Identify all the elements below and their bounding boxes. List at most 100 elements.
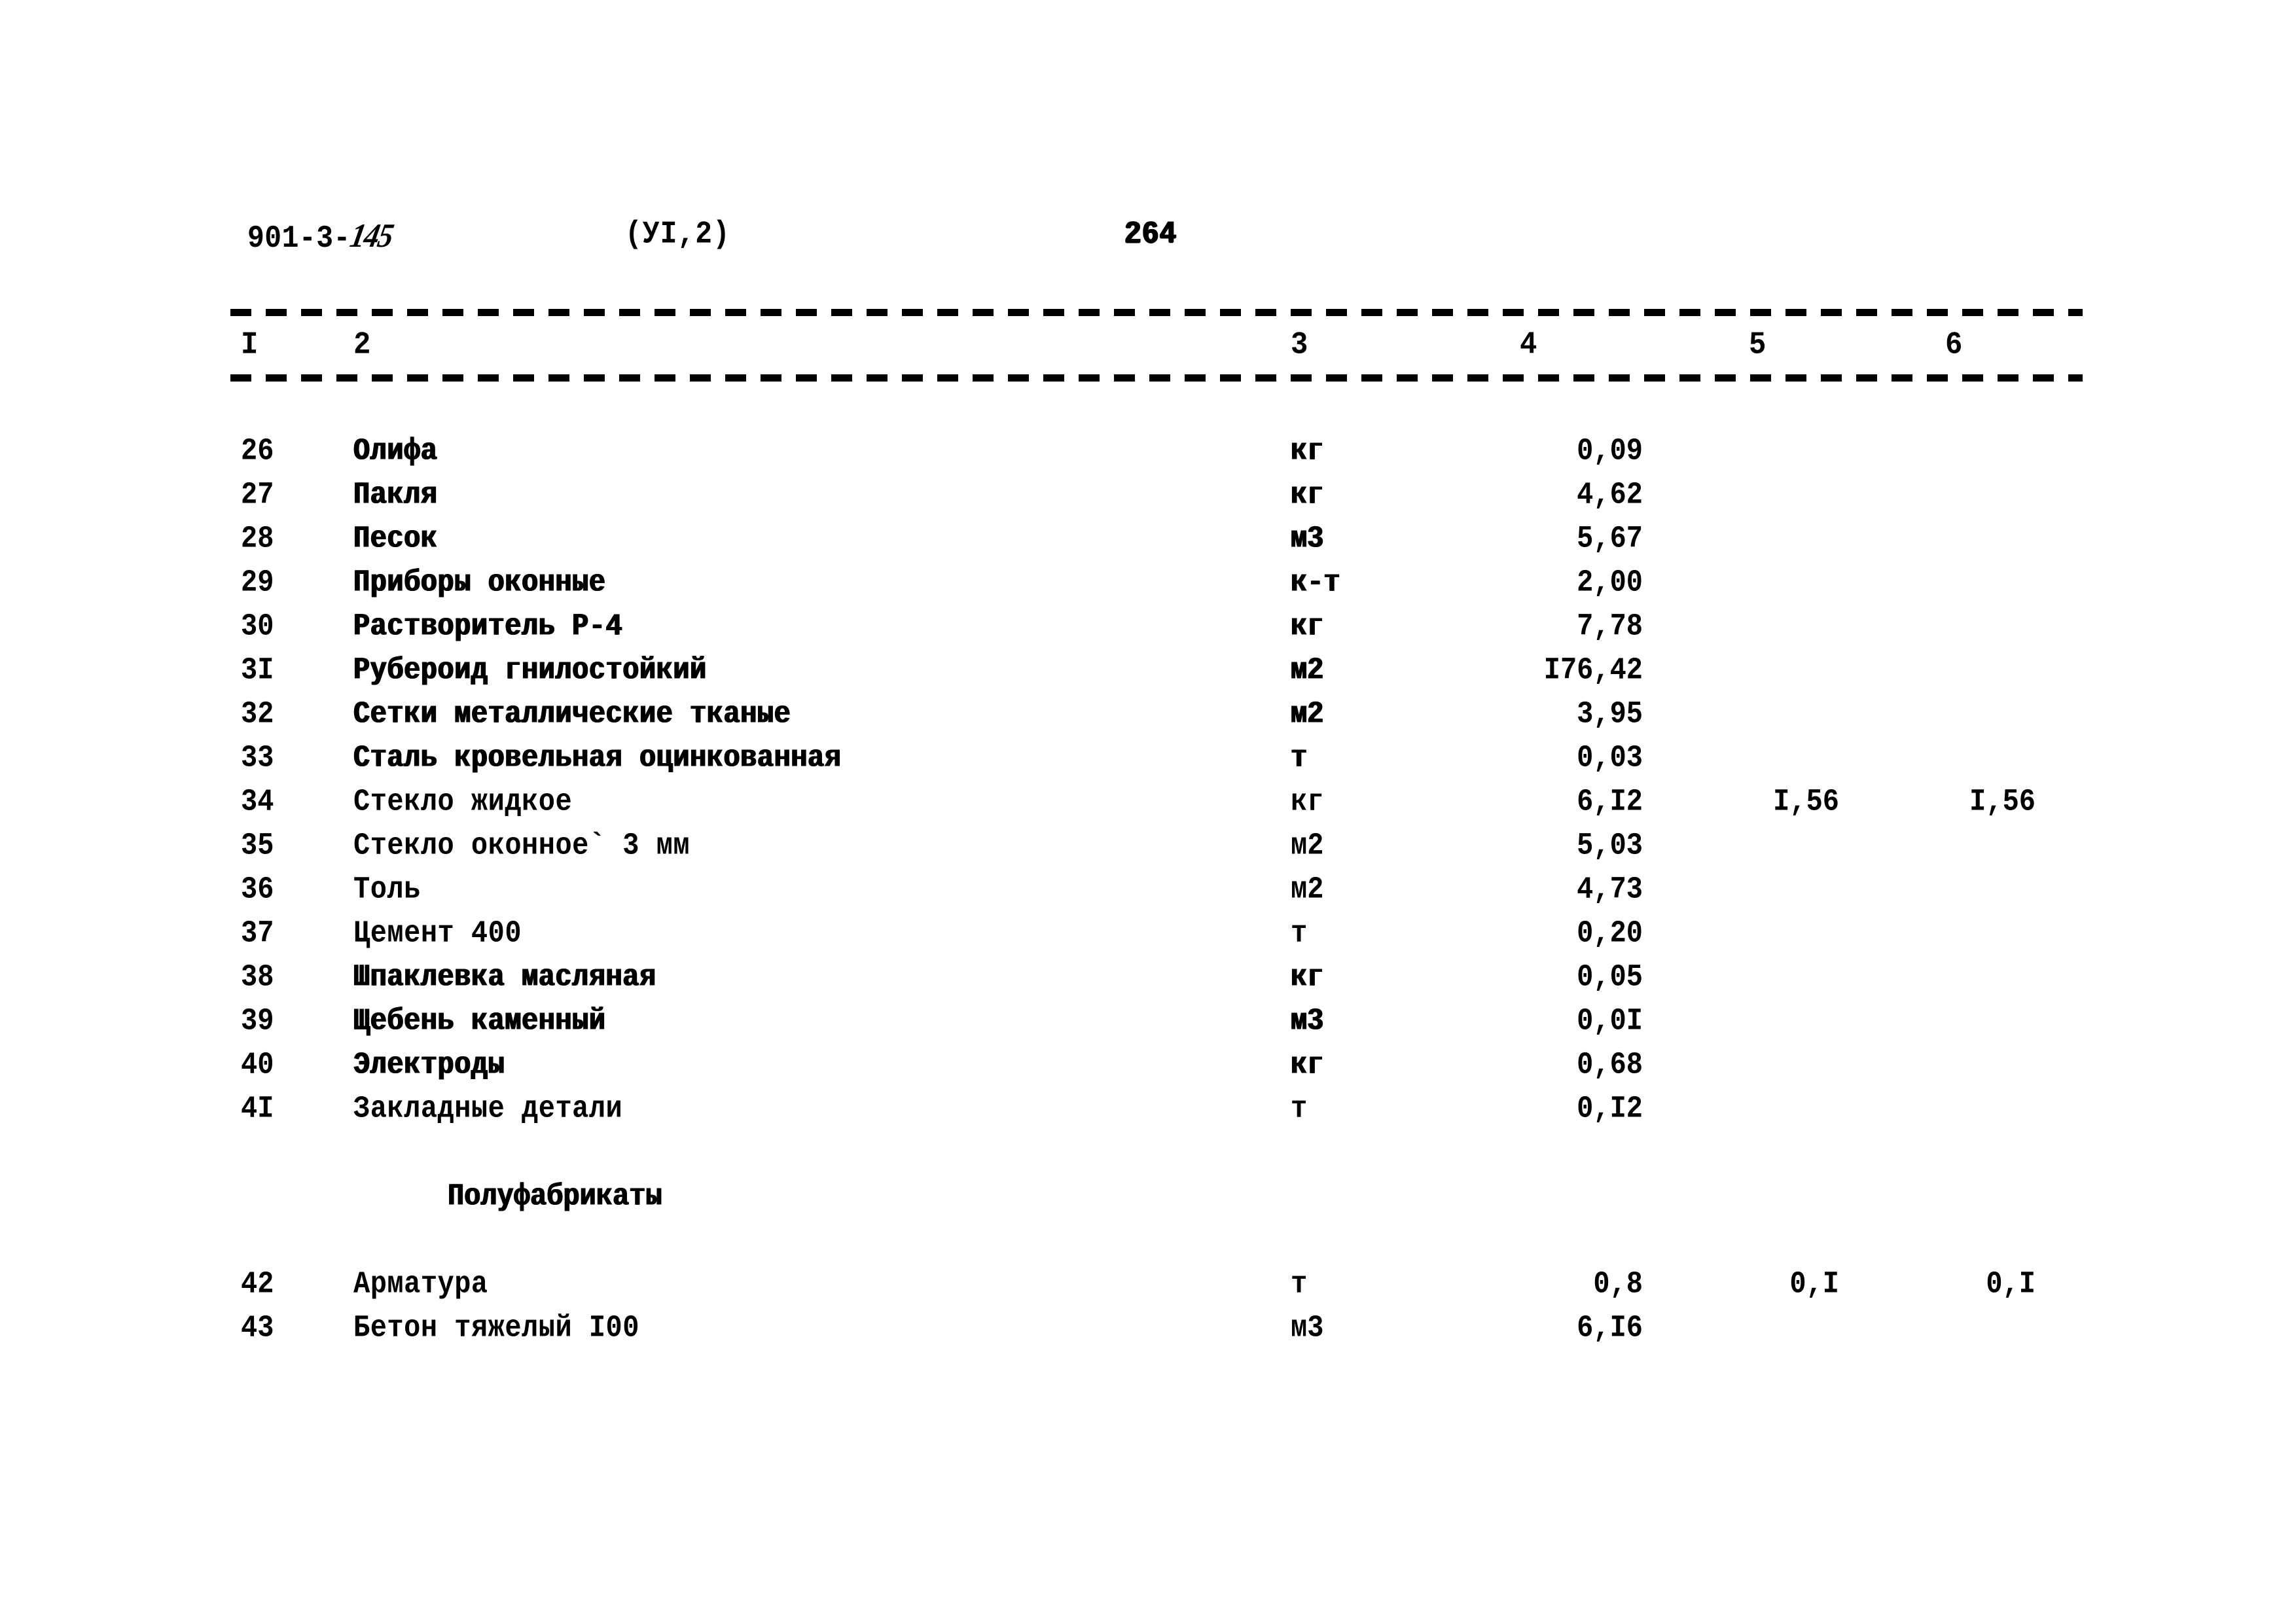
value-col-4: 5,03: [1577, 828, 1643, 864]
value-col-4: 0,05: [1577, 959, 1643, 995]
document-code: 901-3-145: [247, 216, 396, 257]
row-number: 38: [241, 959, 274, 995]
table-row: 35 Стекло оконное` 3 мм м2 5,03: [0, 828, 2296, 872]
material-name: Приборы оконные: [353, 565, 606, 601]
row-number: 34: [241, 784, 274, 820]
material-unit: кг: [1291, 609, 1324, 645]
group-heading-row: Полуфабрикаты: [0, 1179, 2296, 1222]
material-name: Сталь кровельная оцинкованная: [353, 740, 842, 776]
material-unit: т: [1291, 1266, 1308, 1302]
row-number: 33: [241, 740, 274, 776]
value-col-4: 6,I6: [1577, 1310, 1643, 1346]
row-number: 43: [241, 1310, 274, 1346]
document-code-handwritten: 145: [347, 217, 396, 255]
value-col-4: 4,62: [1577, 477, 1643, 513]
value-col-5: I,56: [1773, 784, 1839, 820]
material-name: Толь: [353, 872, 421, 908]
table-row: 42 Арматура т 0,8 0,I 0,I: [0, 1266, 2296, 1310]
row-number: 36: [241, 872, 274, 908]
material-name: Стекло жидкое: [353, 784, 573, 820]
value-col-4: 0,0I: [1577, 1003, 1643, 1039]
value-col-4: 3,95: [1577, 696, 1643, 732]
document-page: 901-3-145 (УI,2) 264 I 2 3 4 5 6 26 Олиф…: [0, 0, 2296, 1623]
material-unit: к-т: [1291, 565, 1340, 601]
value-col-6: 0,I: [1986, 1266, 2036, 1302]
row-number: 42: [241, 1266, 274, 1302]
row-number: 27: [241, 477, 274, 513]
material-unit: кг: [1291, 959, 1324, 995]
table-row: 28 Песок м3 5,67: [0, 521, 2296, 565]
value-col-6: I,56: [1969, 784, 2036, 820]
material-name: Песок: [353, 521, 438, 557]
material-name: Сетки металлические тканые: [353, 696, 791, 732]
column-header-5: 5: [1749, 327, 1767, 363]
material-unit: кг: [1291, 433, 1324, 469]
row-number: 3I: [241, 652, 274, 688]
table-row: 39 Щебень каменный м3 0,0I: [0, 1003, 2296, 1047]
table-row: 34 Стекло жидкое кг 6,I2 I,56 I,56: [0, 784, 2296, 828]
row-number: 30: [241, 609, 274, 645]
value-col-4: I76,42: [1543, 652, 1643, 688]
value-col-5: 0,I: [1789, 1266, 1839, 1302]
column-header-3: 3: [1291, 327, 1308, 363]
value-col-4: 0,68: [1577, 1047, 1643, 1083]
row-number: 35: [241, 828, 274, 864]
group-title: Полуфабрикаты: [448, 1179, 662, 1215]
row-number: 37: [241, 916, 274, 952]
value-col-4: 0,8: [1593, 1266, 1643, 1302]
material-unit: кг: [1291, 1047, 1324, 1083]
row-number: 40: [241, 1047, 274, 1083]
value-col-4: 7,78: [1577, 609, 1643, 645]
material-unit: м2: [1291, 652, 1324, 688]
material-name: Пакля: [353, 477, 438, 513]
row-number: 26: [241, 433, 274, 469]
column-header-4: 4: [1520, 327, 1537, 363]
table-row: 26 Олифа кг 0,09: [0, 433, 2296, 477]
value-col-4: 6,I2: [1577, 784, 1643, 820]
material-name: Рубероид гнилостойкий: [353, 652, 707, 688]
table-rule-bottom: [230, 374, 2083, 382]
row-number: 32: [241, 696, 274, 732]
material-name: Стекло оконное` 3 мм: [353, 828, 691, 864]
table-rule-top: [230, 309, 2083, 316]
material-unit: м2: [1291, 828, 1324, 864]
row-number: 4I: [241, 1091, 274, 1127]
table-row: 3I Рубероид гнилостойкий м2 I76,42: [0, 652, 2296, 696]
table-row: 43 Бетон тяжелый I00 м3 6,I6: [0, 1310, 2296, 1354]
material-name: Закладные детали: [353, 1091, 623, 1127]
material-unit: м3: [1291, 1310, 1324, 1346]
document-header: 901-3-145 (УI,2) 264: [0, 216, 2296, 262]
table-row: 29 Приборы оконные к-т 2,00: [0, 565, 2296, 609]
table-row: 37 Цемент 400 т 0,20: [0, 916, 2296, 959]
material-name: Арматура: [353, 1266, 488, 1302]
table-row: 30 Растворитель Р-4 кг 7,78: [0, 609, 2296, 652]
material-unit: м2: [1291, 696, 1324, 732]
material-unit: т: [1291, 916, 1308, 952]
value-col-4: 0,03: [1577, 740, 1643, 776]
value-col-4: 0,I2: [1577, 1091, 1643, 1127]
material-name: Растворитель Р-4: [353, 609, 623, 645]
material-name: Олифа: [353, 433, 438, 469]
column-header-1: I: [241, 327, 259, 363]
value-col-4: 4,73: [1577, 872, 1643, 908]
row-number: 28: [241, 521, 274, 557]
section-reference: (УI,2): [625, 216, 730, 252]
material-unit: т: [1291, 1091, 1308, 1127]
material-name: Электроды: [353, 1047, 505, 1083]
row-spacer: [0, 1135, 2296, 1179]
table-row: 36 Толь м2 4,73: [0, 872, 2296, 916]
table-row: 40 Электроды кг 0,68: [0, 1047, 2296, 1091]
material-name: Щебень каменный: [353, 1003, 606, 1039]
row-number: 39: [241, 1003, 274, 1039]
row-number: 29: [241, 565, 274, 601]
value-col-4: 2,00: [1577, 565, 1643, 601]
value-col-4: 0,20: [1577, 916, 1643, 952]
table-row: 4I Закладные детали т 0,I2: [0, 1091, 2296, 1135]
value-col-4: 5,67: [1577, 521, 1643, 557]
material-name: Бетон тяжелый I00: [353, 1310, 639, 1346]
material-unit: м3: [1291, 521, 1324, 557]
document-code-printed: 901-3-: [247, 220, 351, 257]
material-unit: м3: [1291, 1003, 1324, 1039]
material-unit: т: [1291, 740, 1308, 776]
material-unit: кг: [1291, 784, 1324, 820]
